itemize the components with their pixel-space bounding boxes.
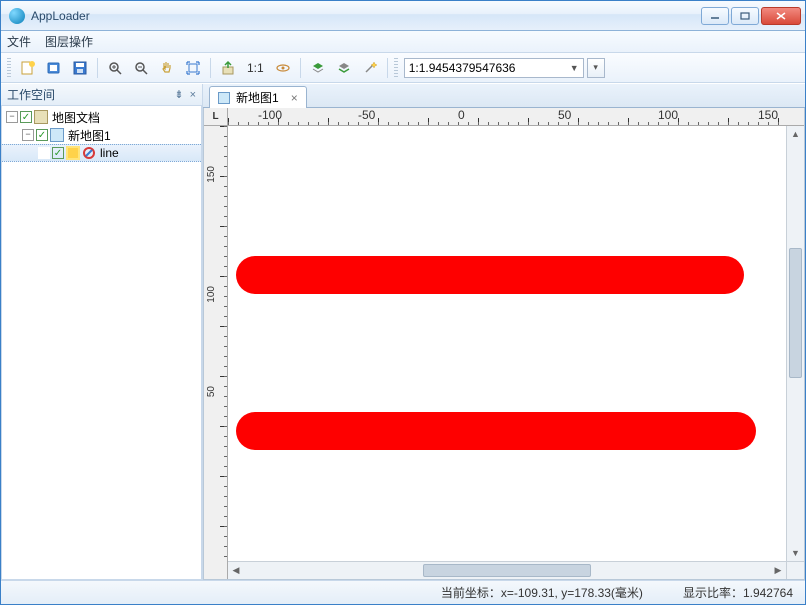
line-feature[interactable]	[236, 256, 744, 294]
scroll-up-icon[interactable]: ▲	[787, 126, 804, 142]
full-extent-icon[interactable]	[182, 57, 204, 79]
checkbox[interactable]: ✓	[36, 129, 48, 141]
folder-icon	[34, 110, 48, 124]
wand-icon[interactable]	[359, 57, 381, 79]
scroll-thumb[interactable]	[789, 248, 802, 379]
status-coord: 当前坐标：x=-109.31, y=178.33(毫米)	[441, 584, 643, 601]
collapse-icon[interactable]: −	[6, 111, 18, 123]
panel-close-icon[interactable]: ×	[190, 89, 196, 101]
app-icon	[9, 8, 25, 24]
toolbar-sep	[300, 58, 301, 78]
canvas-area: L -100-50050100150 15010050 ▲ ▼	[203, 108, 805, 580]
tree-layer[interactable]: ✓ line	[2, 144, 201, 162]
ruler-top-row: L -100-50050100150	[204, 108, 804, 126]
toolbar: 1:1 1:1.9454379547636 ▼ ▾	[1, 53, 805, 83]
tree-map-label: 新地图1	[66, 127, 111, 144]
scale-dropdown-button[interactable]: ▾	[587, 58, 605, 78]
map-canvas[interactable]	[228, 126, 786, 561]
identify-icon[interactable]	[272, 57, 294, 79]
menubar: 文件 图层操作	[1, 31, 805, 53]
scale-combobox[interactable]: 1:1.9454379547636 ▼	[404, 58, 584, 78]
workspace-panel: 工作空间 ⇟ × − ✓ 地图文档 − ✓ 新地图1	[1, 84, 203, 580]
ruler-corner: L	[204, 108, 228, 126]
workspace-title: 工作空间	[7, 86, 168, 103]
ruler-scroll-spacer	[786, 108, 804, 126]
line-feature[interactable]	[236, 412, 756, 450]
export-icon[interactable]	[217, 57, 239, 79]
open-icon[interactable]	[43, 57, 65, 79]
app-window: AppLoader 文件 图层操作 1:1 1:1.9454379547	[0, 0, 806, 605]
save-icon[interactable]	[69, 57, 91, 79]
zoom-in-icon[interactable]	[104, 57, 126, 79]
minimize-button[interactable]	[701, 7, 729, 25]
checkbox[interactable]: ✓	[20, 111, 32, 123]
ratio-label: 1:1	[243, 61, 268, 75]
scroll-corner	[786, 561, 804, 579]
scroll-left-icon[interactable]: ◀	[228, 562, 244, 579]
layer-icon	[66, 146, 80, 160]
titlebar[interactable]: AppLoader	[1, 1, 805, 31]
hscroll-spacer	[204, 561, 228, 579]
chevron-down-icon: ▼	[570, 63, 579, 73]
horizontal-scrollbar[interactable]: ◀ ▶	[228, 561, 786, 579]
tabstrip: 新地图1 ×	[203, 84, 805, 108]
statusbar: 当前坐标：x=-109.31, y=178.33(毫米) 显示比率：1.9427…	[1, 580, 805, 604]
main-area: 新地图1 × L -100-50050100150 15010050 ▲ ▼	[203, 84, 805, 580]
tree-layer-label: line	[98, 146, 119, 160]
scale-value: 1:1.9454379547636	[409, 61, 516, 75]
toolbar-sep	[97, 58, 98, 78]
toolbar-sep	[387, 58, 388, 78]
window-controls	[701, 7, 801, 25]
workspace-tree[interactable]: − ✓ 地图文档 − ✓ 新地图1 ✓ line	[1, 106, 202, 580]
workspace-header: 工作空间 ⇟ ×	[1, 84, 202, 106]
map-icon	[218, 92, 230, 104]
new-icon[interactable]	[17, 57, 39, 79]
close-button[interactable]	[761, 7, 801, 25]
collapse-icon[interactable]: −	[22, 129, 34, 141]
toolbar-grip	[394, 58, 398, 78]
menu-layer-ops[interactable]: 图层操作	[45, 33, 93, 50]
expand-spacer	[38, 147, 50, 159]
pan-icon[interactable]	[156, 57, 178, 79]
ruler-horizontal: -100-50050100150	[228, 108, 786, 126]
tab-close-icon[interactable]: ×	[291, 91, 298, 105]
body: 工作空间 ⇟ × − ✓ 地图文档 − ✓ 新地图1	[1, 83, 805, 580]
tab-label: 新地图1	[236, 89, 279, 106]
line-symbol-icon	[82, 146, 96, 160]
toolbar-grip	[7, 58, 11, 78]
vertical-scrollbar[interactable]: ▲ ▼	[786, 126, 804, 561]
zoom-out-icon[interactable]	[130, 57, 152, 79]
hscroll-row: ◀ ▶	[204, 561, 804, 579]
scroll-thumb[interactable]	[423, 564, 590, 577]
layer-up-icon[interactable]	[307, 57, 329, 79]
layer-down-icon[interactable]	[333, 57, 355, 79]
tree-map[interactable]: − ✓ 新地图1	[2, 126, 201, 144]
tree-root[interactable]: − ✓ 地图文档	[2, 108, 201, 126]
menu-file[interactable]: 文件	[7, 33, 31, 50]
tab-map[interactable]: 新地图1 ×	[209, 86, 307, 108]
tree-root-label: 地图文档	[50, 109, 100, 126]
canvas-body: 15010050 ▲ ▼	[204, 126, 804, 561]
status-scale: 显示比率：1.942764	[683, 584, 793, 601]
scroll-down-icon[interactable]: ▼	[787, 545, 804, 561]
checkbox[interactable]: ✓	[52, 147, 64, 159]
map-icon	[50, 128, 64, 142]
maximize-button[interactable]	[731, 7, 759, 25]
scroll-right-icon[interactable]: ▶	[770, 562, 786, 579]
window-title: AppLoader	[31, 9, 701, 23]
pin-icon[interactable]: ⇟	[174, 88, 183, 101]
ruler-vertical: 15010050	[204, 126, 228, 561]
toolbar-sep	[210, 58, 211, 78]
